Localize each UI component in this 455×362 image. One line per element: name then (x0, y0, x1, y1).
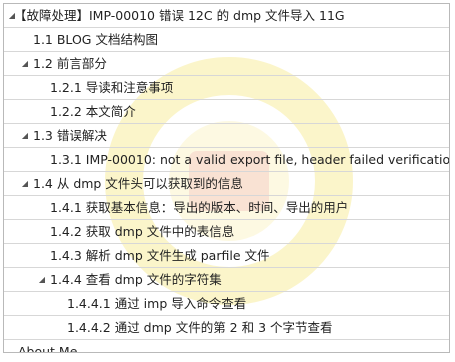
toc-item-1-2-1[interactable]: 1.2.1 导读和注意事项 (4, 76, 449, 100)
toc-item-label[interactable]: 1.4.2 获取 dmp 文件中的表信息 (50, 220, 234, 243)
toc-item-label[interactable]: 1.2.2 本文简介 (50, 100, 136, 123)
toc-item-label[interactable]: 1.1 BLOG 文档结构图 (33, 28, 158, 51)
toc-item-root[interactable]: ◢ 【故障处理】IMP-00010 错误 12C 的 dmp 文件导入 11G (4, 4, 449, 28)
toc-item-label[interactable]: 1.4.4.2 通过 dmp 文件的第 2 和 3 个字节查看 (67, 316, 333, 339)
toc-item-1-4[interactable]: ◢ 1.4 从 dmp 文件头可以获取到的信息 (4, 172, 449, 196)
toc-item-label[interactable]: 1.3.1 IMP-00010: not a valid export file… (50, 148, 449, 171)
toc-item-1-4-2[interactable]: 1.4.2 获取 dmp 文件中的表信息 (4, 220, 449, 244)
toc-item-label[interactable]: 1.4.1 获取基本信息：导出的版本、时间、导出的用户 (50, 196, 348, 219)
toc-item-1-1[interactable]: 1.1 BLOG 文档结构图 (4, 28, 449, 52)
toc-item-1-4-3[interactable]: 1.4.3 解析 dmp 文件生成 parfile 文件 (4, 244, 449, 268)
toc-item-1-4-4[interactable]: ◢ 1.4.4 查看 dmp 文件的字符集 (4, 268, 449, 292)
collapse-icon[interactable]: ◢ (37, 268, 47, 291)
toc-item-label[interactable]: About Me (18, 340, 77, 352)
collapse-icon[interactable]: ◢ (20, 124, 30, 147)
toc-item-label[interactable]: 1.2 前言部分 (33, 52, 107, 75)
toc-item-label[interactable]: 1.4.4.1 通过 imp 导入命令查看 (67, 292, 246, 315)
collapse-icon[interactable]: ◢ (20, 172, 30, 195)
toc-item-label[interactable]: 【故障处理】IMP-00010 错误 12C 的 dmp 文件导入 11G (14, 4, 345, 27)
toc-item-label[interactable]: 1.2.1 导读和注意事项 (50, 76, 173, 99)
collapse-icon[interactable]: ◢ (20, 52, 30, 75)
toc-item-1-3[interactable]: ◢ 1.3 错误解决 (4, 124, 449, 148)
toc-item-1-4-4-2[interactable]: 1.4.4.2 通过 dmp 文件的第 2 和 3 个字节查看 (4, 316, 449, 340)
toc-item-1-2-2[interactable]: 1.2.2 本文简介 (4, 100, 449, 124)
toc-item-label[interactable]: 1.3 错误解决 (33, 124, 107, 147)
toc-item-1-4-4-1[interactable]: 1.4.4.1 通过 imp 导入命令查看 (4, 292, 449, 316)
toc-item-label[interactable]: 1.4 从 dmp 文件头可以获取到的信息 (33, 172, 243, 195)
toc-item-about-me[interactable]: About Me (4, 340, 449, 352)
toc-item-1-3-1[interactable]: 1.3.1 IMP-00010: not a valid export file… (4, 148, 449, 172)
toc-panel: ◢ 【故障处理】IMP-00010 错误 12C 的 dmp 文件导入 11G … (3, 3, 450, 353)
toc-item-1-4-1[interactable]: 1.4.1 获取基本信息：导出的版本、时间、导出的用户 (4, 196, 449, 220)
toc-tree: ◢ 【故障处理】IMP-00010 错误 12C 的 dmp 文件导入 11G … (4, 4, 449, 352)
toc-item-1-2[interactable]: ◢ 1.2 前言部分 (4, 52, 449, 76)
toc-item-label[interactable]: 1.4.4 查看 dmp 文件的字符集 (50, 268, 222, 291)
toc-item-label[interactable]: 1.4.3 解析 dmp 文件生成 parfile 文件 (50, 244, 270, 267)
